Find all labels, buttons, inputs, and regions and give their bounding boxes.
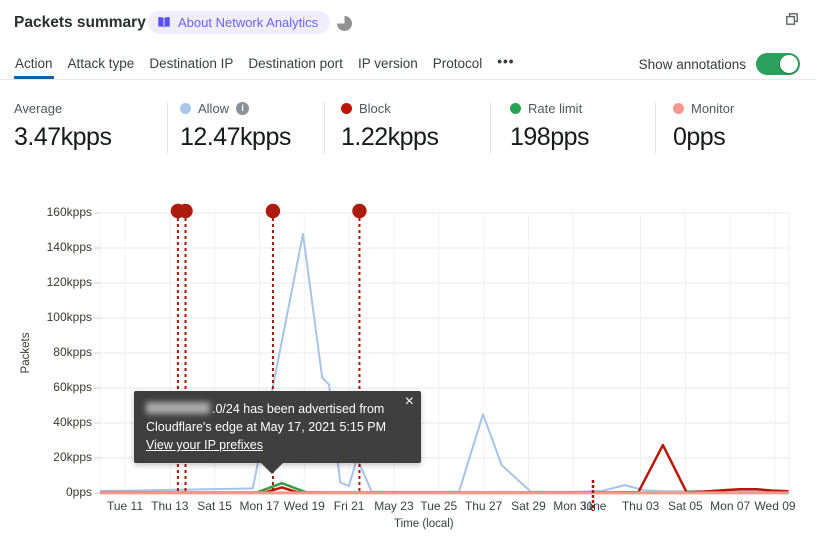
annotation-tooltip: × .0/24 has been advertised from Cloudfl… bbox=[134, 391, 421, 474]
pie-chart-icon[interactable] bbox=[337, 16, 352, 31]
close-icon[interactable]: × bbox=[405, 394, 414, 410]
stat-allow: Allow i 12.47kpps bbox=[180, 100, 291, 152]
stat-rate-limit: Rate limit 198pps bbox=[510, 100, 590, 152]
annotation-dot[interactable] bbox=[178, 203, 193, 219]
stats-row: Average 3.47kpps Allow i 12.47kpps Block 1.22k… bbox=[0, 98, 816, 162]
tooltip-caret bbox=[261, 463, 283, 474]
y-tick-label: 40kpps bbox=[53, 415, 92, 429]
stat-value: 3.47kpps bbox=[14, 123, 112, 151]
tab-ip-version[interactable]: IP version bbox=[357, 50, 419, 79]
view-ip-prefixes-link[interactable]: View your IP prefixes bbox=[146, 438, 263, 452]
show-annotations-label: Show annotations bbox=[638, 56, 746, 72]
info-icon[interactable]: i bbox=[236, 101, 250, 115]
stat-divider bbox=[655, 102, 656, 154]
tab-attack-type[interactable]: Attack type bbox=[67, 50, 136, 79]
tab-more[interactable]: ••• bbox=[496, 50, 515, 79]
annotation-dot[interactable] bbox=[352, 203, 367, 219]
x-tick-label: Wed 09 bbox=[754, 499, 796, 513]
about-network-analytics-badge[interactable]: About Network Analytics bbox=[148, 11, 331, 34]
stat-divider bbox=[167, 102, 168, 154]
y-tick-label: 160kpps bbox=[46, 205, 92, 219]
packets-time-series-chart[interactable] bbox=[0, 0, 816, 545]
legend-dot bbox=[180, 102, 191, 114]
badge-label: About Network Analytics bbox=[178, 15, 319, 30]
y-tick-label: 0pps bbox=[65, 485, 92, 499]
tab-list: Action Attack type Destination IP Destinati… bbox=[14, 50, 515, 79]
network-analytics-panel: Packets summary About Network Analytics … bbox=[0, 0, 816, 545]
window-restore-icon[interactable] bbox=[784, 11, 800, 27]
legend-dot bbox=[510, 102, 521, 114]
toggle-knob bbox=[780, 55, 798, 73]
y-tick-label: 20kpps bbox=[53, 450, 92, 464]
stat-monitor: Monitor 0pps bbox=[673, 100, 734, 152]
show-annotations-toggle[interactable] bbox=[756, 53, 800, 75]
y-tick-label: 100kpps bbox=[46, 310, 92, 324]
y-axis-title: Packets bbox=[20, 332, 32, 374]
stat-label: Average bbox=[14, 100, 63, 116]
stat-label: Allow bbox=[198, 100, 230, 116]
tabs-bar: Action Attack type Destination IP Destinati… bbox=[0, 50, 816, 80]
legend-dot bbox=[673, 102, 684, 114]
redacted-ip-blur bbox=[146, 402, 210, 414]
stat-value: 198pps bbox=[510, 123, 590, 151]
page-title: Packets summary bbox=[14, 14, 146, 31]
y-tick-label: 120kpps bbox=[46, 275, 92, 289]
stat-label: Rate limit bbox=[528, 100, 583, 116]
y-tick-label: 60kpps bbox=[53, 380, 92, 394]
stat-block: Block 1.22kpps bbox=[341, 100, 439, 152]
x-axis-title: Time (local) bbox=[394, 518, 454, 530]
tooltip-line1: .0/24 has been advertised from bbox=[146, 400, 395, 418]
tab-protocol[interactable]: Protocol bbox=[432, 50, 484, 79]
stat-average: Average 3.47kpps bbox=[14, 100, 112, 152]
tab-action[interactable]: Action bbox=[14, 50, 54, 79]
stat-divider bbox=[324, 102, 325, 154]
book-icon bbox=[158, 17, 170, 28]
tab-destination-port[interactable]: Destination port bbox=[247, 50, 344, 79]
legend-dot bbox=[341, 102, 352, 114]
stat-label: Block bbox=[359, 100, 391, 116]
annotation-dot[interactable] bbox=[265, 203, 281, 219]
stat-value: 12.47kpps bbox=[180, 123, 291, 151]
stat-value: 1.22kpps bbox=[341, 123, 439, 151]
tooltip-line2: Cloudflare's edge at May 17, 2021 5:15 P… bbox=[146, 420, 387, 434]
stat-divider bbox=[490, 102, 491, 154]
stat-value: 0pps bbox=[673, 123, 726, 151]
tab-destination-ip[interactable]: Destination IP bbox=[148, 50, 234, 79]
stat-label: Monitor bbox=[691, 100, 735, 116]
y-tick-label: 80kpps bbox=[53, 345, 92, 359]
y-tick-label: 140kpps bbox=[46, 240, 92, 254]
